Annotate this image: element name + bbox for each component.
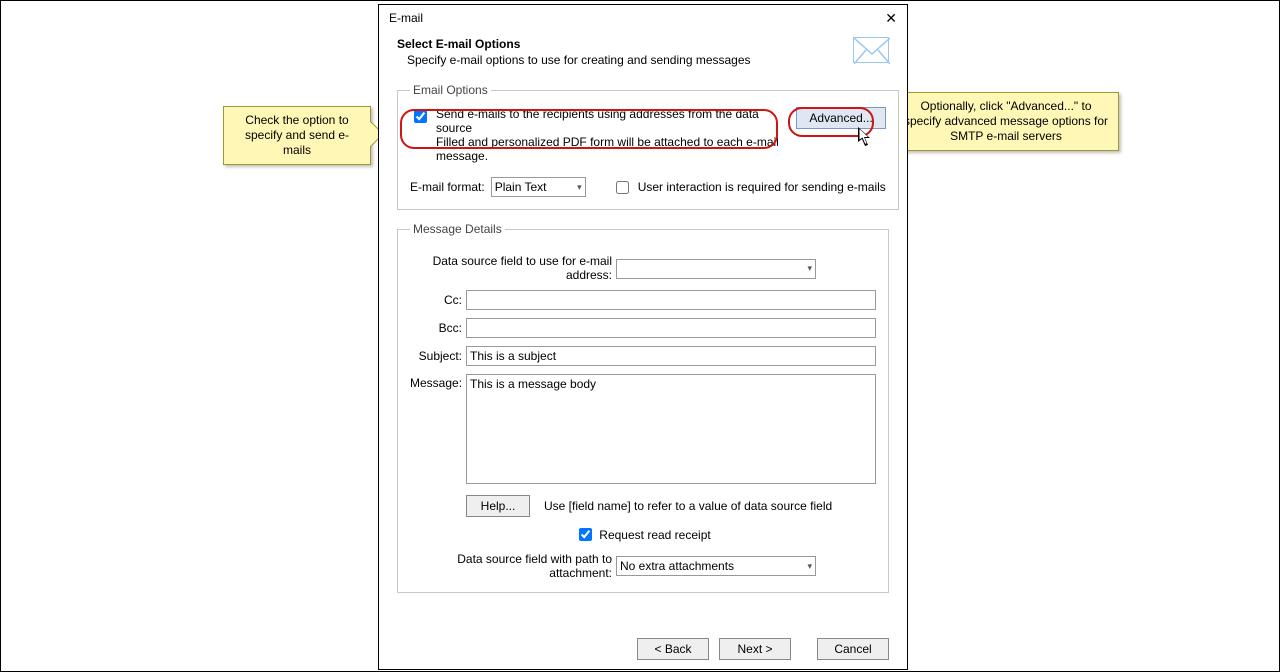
callout-left-text: Check the option to specify and send e-m… [245,113,349,157]
wizard-buttons: < Back Next > Cancel [379,629,907,669]
message-details-legend: Message Details [410,222,505,236]
chevron-down-icon: ▾ [577,182,582,193]
advanced-button[interactable]: Advanced... [796,107,885,129]
chevron-down-icon: ▾ [807,263,812,274]
cc-label: Cc: [410,293,466,307]
email-dialog: E-mail ✕ Select E-mail Options Specify e… [378,4,908,670]
subject-label: Subject: [410,349,466,363]
help-button[interactable]: Help... [466,495,530,517]
send-emails-label: Send e-mails to the recipients using add… [436,107,790,135]
email-options-group: Email Options Send e-mails to the recipi… [397,83,899,210]
addr-field-select[interactable]: ▾ [616,259,816,279]
subject-input[interactable] [466,346,876,366]
message-details-group: Message Details Data source field to use… [397,222,889,593]
message-label: Message: [410,374,466,390]
attach-select[interactable]: No extra attachments ▾ [616,556,816,576]
callout-right: Optionally, click "Advanced..." to speci… [893,92,1119,151]
window-title: E-mail [389,11,423,25]
cursor-icon [858,127,874,147]
attach-label: Data source field with path to attachmen… [410,552,616,580]
chevron-down-icon: ▾ [807,561,812,572]
header-subtitle: Specify e-mail options to use for creati… [397,53,889,67]
bcc-input[interactable] [466,318,876,338]
addr-field-label: Data source field to use for e-mail addr… [410,254,616,282]
titlebar: E-mail ✕ [379,5,907,31]
user-interaction-checkbox[interactable] [616,181,629,194]
mail-icon [853,37,889,63]
header-title: Select E-mail Options [397,37,889,51]
close-icon[interactable]: ✕ [885,11,897,25]
email-format-label: E-mail format: [410,180,485,194]
cc-input[interactable] [466,290,876,310]
send-emails-sublabel: Filled and personalized PDF form will be… [436,135,790,163]
bcc-label: Bcc: [410,321,466,335]
email-options-legend: Email Options [410,83,491,97]
back-button[interactable]: < Back [637,638,709,660]
cancel-button[interactable]: Cancel [817,638,889,660]
read-receipt-checkbox[interactable] [579,528,592,541]
callout-left: Check the option to specify and send e-m… [223,106,371,165]
send-emails-checkbox[interactable] [414,110,427,123]
dialog-header: Select E-mail Options Specify e-mail opt… [379,31,907,73]
read-receipt-label: Request read receipt [599,528,710,542]
email-format-select[interactable]: Plain Text ▾ [491,177,586,197]
help-hint: Use [field name] to refer to a value of … [544,499,832,513]
next-button[interactable]: Next > [719,638,791,660]
callout-right-text: Optionally, click "Advanced..." to speci… [904,99,1108,143]
message-textarea[interactable] [466,374,876,484]
user-interaction-label: User interaction is required for sending… [638,180,886,194]
